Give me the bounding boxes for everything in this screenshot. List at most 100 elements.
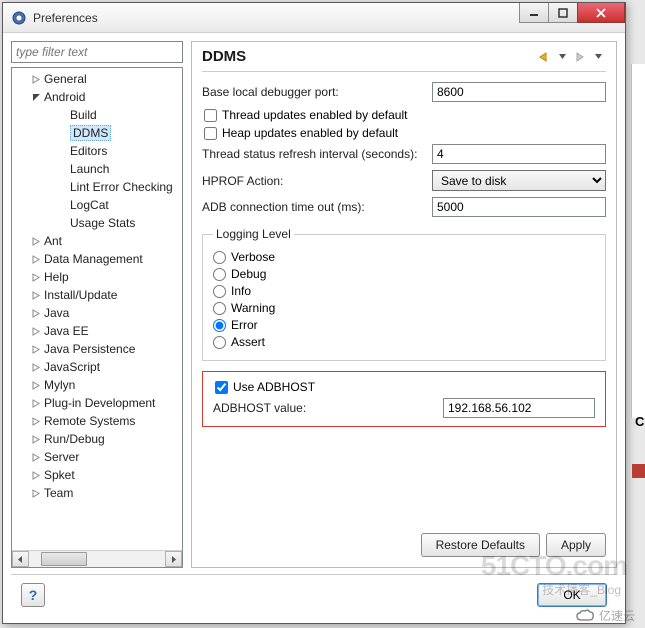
- adbhost-value-label: ADBHOST value:: [213, 401, 443, 415]
- tree-item-editors[interactable]: Editors: [12, 142, 182, 160]
- logging-radio-label: Verbose: [231, 250, 275, 264]
- back-icon[interactable]: [536, 49, 552, 65]
- collapse-icon[interactable]: [30, 91, 42, 103]
- titlebar[interactable]: Preferences: [3, 3, 625, 33]
- apply-button[interactable]: Apply: [546, 533, 606, 557]
- expand-icon[interactable]: [30, 451, 42, 463]
- forward-menu-icon[interactable]: [590, 49, 606, 65]
- logging-option-debug: Debug: [213, 267, 595, 281]
- tree-item-team[interactable]: Team: [12, 484, 182, 502]
- close-button[interactable]: [577, 3, 625, 23]
- expand-icon[interactable]: [30, 307, 42, 319]
- scroll-right-arrow[interactable]: [165, 551, 182, 567]
- logging-radio-warning[interactable]: [213, 302, 226, 315]
- page-buttons: Restore Defaults Apply: [202, 523, 606, 557]
- expand-icon[interactable]: [30, 253, 42, 265]
- tree-item-java-ee[interactable]: Java EE: [12, 322, 182, 340]
- adbhost-highlight-box: Use ADBHOST ADBHOST value:: [202, 371, 606, 427]
- logging-radio-error[interactable]: [213, 319, 226, 332]
- expand-icon[interactable]: [30, 73, 42, 85]
- expand-icon[interactable]: [30, 469, 42, 481]
- scroll-track[interactable]: [29, 551, 165, 567]
- tree-item-java[interactable]: Java: [12, 304, 182, 322]
- scroll-left-arrow[interactable]: [12, 551, 29, 567]
- tree-item-label: Build: [70, 108, 97, 122]
- adb-timeout-input[interactable]: [432, 197, 606, 217]
- ok-button[interactable]: OK: [537, 583, 607, 607]
- tree-item-mylyn[interactable]: Mylyn: [12, 376, 182, 394]
- tree-item-usage-stats[interactable]: Usage Stats: [12, 214, 182, 232]
- tree-item-logcat[interactable]: LogCat: [12, 196, 182, 214]
- expand-icon[interactable]: [30, 325, 42, 337]
- tree-item-java-persistence[interactable]: Java Persistence: [12, 340, 182, 358]
- filter-input[interactable]: [11, 41, 183, 63]
- tree-hscrollbar[interactable]: [12, 550, 182, 567]
- tree-item-ant[interactable]: Ant: [12, 232, 182, 250]
- tree-item-remote-systems[interactable]: Remote Systems: [12, 412, 182, 430]
- restore-defaults-button[interactable]: Restore Defaults: [421, 533, 540, 557]
- minimize-button[interactable]: [519, 3, 549, 23]
- tree-item-server[interactable]: Server: [12, 448, 182, 466]
- logging-option-verbose: Verbose: [213, 250, 595, 264]
- tree-item-build[interactable]: Build: [12, 106, 182, 124]
- tree-wrap: General Android Build DDMSEditorsLaunch Lint…: [11, 67, 183, 568]
- tree-item-spket[interactable]: Spket: [12, 466, 182, 484]
- preferences-tree[interactable]: General Android Build DDMSEditorsLaunch Lint…: [12, 68, 182, 550]
- expand-icon[interactable]: [30, 271, 42, 283]
- logging-radio-info[interactable]: [213, 285, 226, 298]
- base-port-input[interactable]: [432, 82, 606, 102]
- heap-updates-checkbox[interactable]: [204, 127, 217, 140]
- tree-item-label: Help: [44, 270, 69, 284]
- tree-item-label: LogCat: [70, 198, 109, 212]
- refresh-input[interactable]: [432, 144, 606, 164]
- tree-item-label: Lint Error Checking: [70, 180, 173, 194]
- expand-icon[interactable]: [30, 487, 42, 499]
- back-menu-icon[interactable]: [554, 49, 570, 65]
- tree-item-label: Java EE: [44, 324, 89, 338]
- tree-item-launch[interactable]: Launch: [12, 160, 182, 178]
- tree-item-label: Run/Debug: [44, 432, 105, 446]
- right-pane: DDMS Base local debugger port: Thread up…: [191, 41, 617, 568]
- expand-icon[interactable]: [30, 415, 42, 427]
- tree-item-ddms[interactable]: DDMS: [12, 124, 182, 142]
- maximize-button[interactable]: [548, 3, 578, 23]
- hprof-row: HPROF Action: Save to disk: [202, 170, 606, 191]
- tree-item-label: Usage Stats: [70, 216, 135, 230]
- forward-icon[interactable]: [572, 49, 588, 65]
- tree-item-label: General: [44, 72, 87, 86]
- logging-radio-assert[interactable]: [213, 336, 226, 349]
- hprof-select[interactable]: Save to disk: [432, 170, 606, 191]
- no-twisty: [56, 109, 68, 121]
- scroll-thumb[interactable]: [41, 552, 87, 566]
- tree-item-data-management[interactable]: Data Management: [12, 250, 182, 268]
- tree-item-android[interactable]: Android: [12, 88, 182, 106]
- logging-level-legend: Logging Level: [213, 227, 294, 241]
- adbhost-value-input[interactable]: [443, 398, 595, 418]
- expand-icon[interactable]: [30, 397, 42, 409]
- use-adbhost-checkbox[interactable]: [215, 381, 228, 394]
- expand-icon[interactable]: [30, 361, 42, 373]
- tree-item-help[interactable]: Help: [12, 268, 182, 286]
- expand-icon[interactable]: [30, 343, 42, 355]
- logging-radio-verbose[interactable]: [213, 251, 226, 264]
- tree-item-label: Android: [44, 90, 85, 104]
- tree-item-install-update[interactable]: Install/Update: [12, 286, 182, 304]
- dialog-footer: ? OK: [11, 574, 617, 615]
- no-twisty: [56, 127, 68, 139]
- heap-updates-row: Heap updates enabled by default: [202, 126, 606, 140]
- logging-radio-label: Assert: [231, 335, 265, 349]
- use-adbhost-label: Use ADBHOST: [233, 380, 315, 394]
- expand-icon[interactable]: [30, 433, 42, 445]
- tree-item-javascript[interactable]: JavaScript: [12, 358, 182, 376]
- expand-icon[interactable]: [30, 235, 42, 247]
- tree-item-plug-in-development[interactable]: Plug-in Development: [12, 394, 182, 412]
- expand-icon[interactable]: [30, 289, 42, 301]
- tree-item-general[interactable]: General: [12, 70, 182, 88]
- expand-icon[interactable]: [30, 379, 42, 391]
- tree-item-run-debug[interactable]: Run/Debug: [12, 430, 182, 448]
- help-button[interactable]: ?: [21, 583, 45, 607]
- logging-radio-debug[interactable]: [213, 268, 226, 281]
- tree-item-lint-error-checking[interactable]: Lint Error Checking: [12, 178, 182, 196]
- thread-updates-label: Thread updates enabled by default: [222, 108, 407, 122]
- thread-updates-checkbox[interactable]: [204, 109, 217, 122]
